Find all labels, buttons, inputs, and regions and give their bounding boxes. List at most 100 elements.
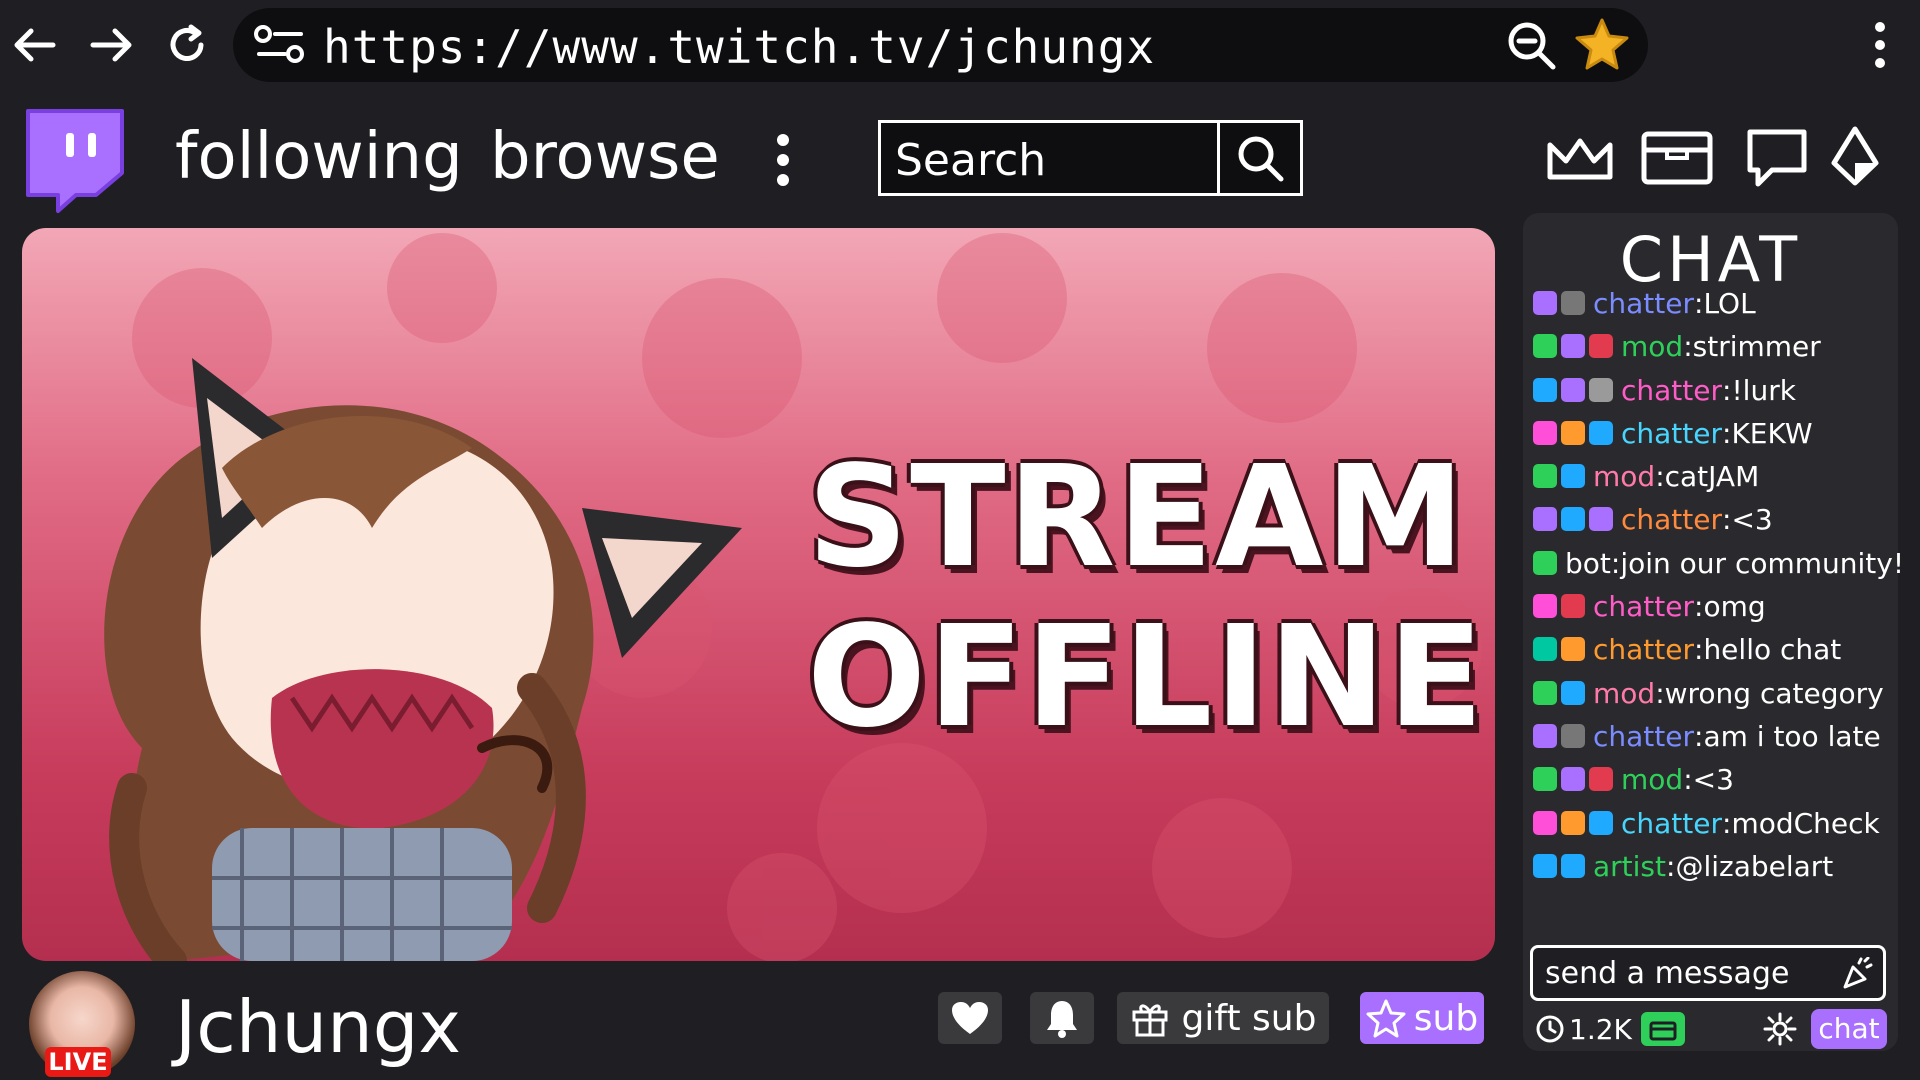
chat-badge-icon[interactable] xyxy=(1589,811,1613,835)
whispers-button[interactable] xyxy=(1737,118,1817,198)
chat-message: chatter: <3 xyxy=(1533,501,1773,537)
chat-message: chatter: am i too late xyxy=(1533,718,1881,754)
chat-badge-icon[interactable] xyxy=(1533,681,1557,705)
chat-input[interactable]: send a message xyxy=(1530,945,1886,1001)
chat-badge-icon[interactable] xyxy=(1561,637,1585,661)
follow-button[interactable] xyxy=(938,992,1002,1044)
streamer-name[interactable]: Jchungx xyxy=(175,985,461,1069)
chat-separator: : xyxy=(1683,762,1693,796)
chat-badge-icon[interactable] xyxy=(1561,291,1585,315)
nav-more-button[interactable] xyxy=(770,130,796,194)
chat-separator: : xyxy=(1683,329,1693,363)
chat-badge-icon[interactable] xyxy=(1533,551,1557,575)
chat-separator: : xyxy=(1722,416,1732,450)
chat-message: chatter: hello chat xyxy=(1533,631,1841,667)
inbox-button[interactable] xyxy=(1637,118,1717,198)
chat-username[interactable]: artist xyxy=(1593,850,1666,883)
arrow-right-icon xyxy=(90,28,132,62)
chat-send-button[interactable]: chat xyxy=(1811,1009,1887,1049)
heart-icon xyxy=(952,1002,988,1034)
chat-badge-icon[interactable] xyxy=(1589,378,1613,402)
chat-badge-icon[interactable] xyxy=(1533,334,1557,358)
search-button[interactable] xyxy=(1217,123,1300,193)
chat-badge-icon[interactable] xyxy=(1589,507,1613,531)
arrow-left-icon xyxy=(14,28,56,62)
url-text: https://www.twitch.tv/jchungx xyxy=(323,20,1156,74)
inbox-icon xyxy=(1641,131,1713,185)
chat-badge-icon[interactable] xyxy=(1561,378,1585,402)
chat-badge-icon[interactable] xyxy=(1589,767,1613,791)
settings-gear-icon[interactable] xyxy=(1763,1012,1797,1046)
kebab-menu-icon xyxy=(777,134,789,186)
chat-badge-icon[interactable] xyxy=(1561,724,1585,748)
party-popper-icon[interactable] xyxy=(1841,957,1875,991)
chat-badge-icon[interactable] xyxy=(1533,464,1557,488)
chat-badge-icon[interactable] xyxy=(1561,854,1585,878)
chat-badge-icon[interactable] xyxy=(1533,594,1557,618)
nav-following[interactable]: following xyxy=(175,120,463,194)
notifications-button[interactable] xyxy=(1030,992,1094,1044)
chat-badge-icon[interactable] xyxy=(1589,421,1613,445)
chat-badge-icon[interactable] xyxy=(1533,724,1557,748)
chat-separator: : xyxy=(1694,719,1704,753)
search-input[interactable]: Search xyxy=(895,135,1046,186)
chat-badge-icon[interactable] xyxy=(1561,811,1585,835)
bits-icon xyxy=(1831,126,1879,186)
chat-separator: : xyxy=(1722,806,1732,840)
search-bar: Search xyxy=(878,120,1303,196)
chat-badge-icon[interactable] xyxy=(1561,767,1585,791)
reload-button[interactable] xyxy=(162,20,212,70)
twitch-logo[interactable] xyxy=(18,103,130,219)
chat-badge-icon[interactable] xyxy=(1533,507,1557,531)
chat-message-text: am i too late xyxy=(1703,719,1881,753)
gift-sub-button[interactable]: gift sub xyxy=(1117,992,1329,1044)
video-player[interactable]: STREAM OFFLINE xyxy=(22,228,1495,961)
search-icon xyxy=(1238,136,1284,182)
forward-button[interactable] xyxy=(86,20,136,70)
gift-icon xyxy=(1132,1004,1168,1037)
chat-username[interactable]: mod xyxy=(1593,460,1655,493)
nav-browse[interactable]: browse xyxy=(490,120,720,194)
chat-message-text: !lurk xyxy=(1731,373,1796,407)
chat-badge-icon[interactable] xyxy=(1533,291,1557,315)
chat-badge-icon[interactable] xyxy=(1561,681,1585,705)
chat-badge-icon[interactable] xyxy=(1589,334,1613,358)
chat-username[interactable]: chatter xyxy=(1593,720,1694,753)
chat-username[interactable]: chatter xyxy=(1621,807,1722,840)
chat-username[interactable]: mod xyxy=(1621,763,1683,796)
chat-panel: CHAT chatter: LOL mod: strimmer chatter: !… xyxy=(1523,213,1904,1051)
chat-badge-icon[interactable] xyxy=(1533,637,1557,661)
chat-badge-icon[interactable] xyxy=(1533,378,1557,402)
subscribe-button[interactable]: sub xyxy=(1360,992,1484,1044)
claim-points-button[interactable] xyxy=(1641,1012,1685,1046)
back-button[interactable] xyxy=(10,20,60,70)
stream-offline-text: STREAM OFFLINE xyxy=(807,438,1483,758)
chat-badge-icon[interactable] xyxy=(1561,594,1585,618)
chat-username[interactable]: chatter xyxy=(1621,417,1722,450)
chat-badge-icon[interactable] xyxy=(1561,464,1585,488)
address-bar[interactable]: https://www.twitch.tv/jchungx xyxy=(233,8,1648,82)
chat-separator: : xyxy=(1655,459,1665,493)
chat-username[interactable]: chatter xyxy=(1621,374,1722,407)
chat-username[interactable]: chatter xyxy=(1593,287,1694,320)
chat-username[interactable]: chatter xyxy=(1593,590,1694,623)
chat-badge-icon[interactable] xyxy=(1561,334,1585,358)
bits-button[interactable] xyxy=(1815,118,1895,198)
chat-badge-icon[interactable] xyxy=(1533,811,1557,835)
chat-badge-icon[interactable] xyxy=(1561,421,1585,445)
chat-username[interactable]: bot xyxy=(1565,547,1611,580)
chat-badge-icon[interactable] xyxy=(1533,767,1557,791)
chat-username[interactable]: chatter xyxy=(1593,633,1694,666)
chat-badge-icon[interactable] xyxy=(1533,421,1557,445)
browser-menu-button[interactable] xyxy=(1855,20,1905,70)
chat-username[interactable]: mod xyxy=(1621,330,1683,363)
zoom-out-icon[interactable] xyxy=(1503,17,1559,73)
chat-message-text: catJAM xyxy=(1664,459,1760,493)
bookmark-star-icon[interactable] xyxy=(1573,16,1631,74)
site-settings-icon[interactable] xyxy=(251,20,311,70)
chat-username[interactable]: chatter xyxy=(1621,503,1722,536)
chat-username[interactable]: mod xyxy=(1593,677,1655,710)
chat-badge-icon[interactable] xyxy=(1533,854,1557,878)
chat-badge-icon[interactable] xyxy=(1561,507,1585,531)
prime-button[interactable] xyxy=(1540,118,1620,198)
